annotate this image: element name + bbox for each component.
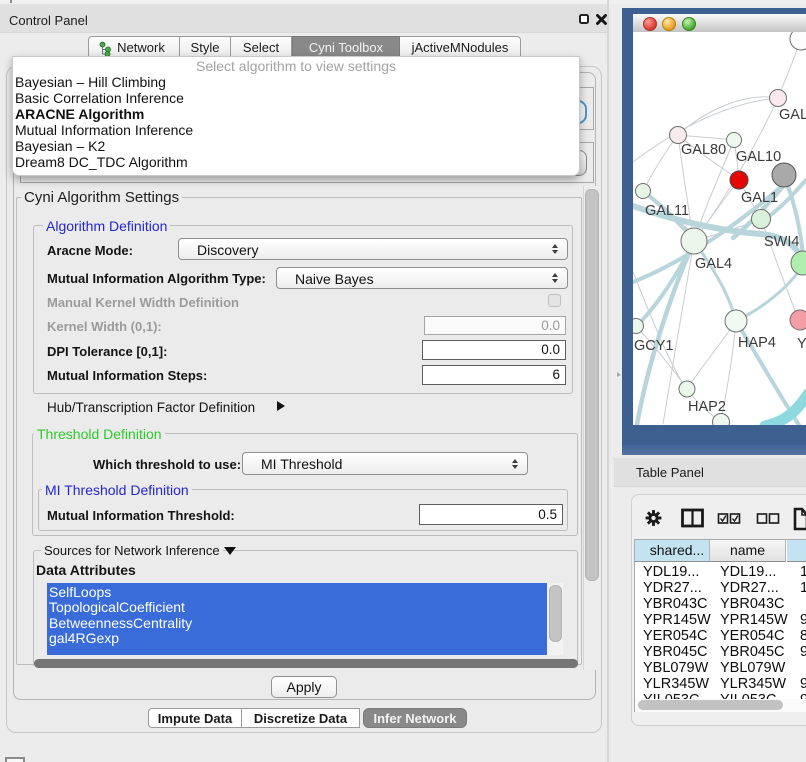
svg-text:GAL11: GAL11 xyxy=(645,203,689,219)
svg-text:GAL10: GAL10 xyxy=(736,149,781,165)
svg-text:GAL: GAL xyxy=(779,107,806,123)
svg-text:SWI4: SWI4 xyxy=(764,234,799,250)
svg-text:GAL4: GAL4 xyxy=(695,256,732,272)
svg-text:HAP4: HAP4 xyxy=(738,335,776,351)
svg-text:HAP2: HAP2 xyxy=(688,399,726,415)
svg-text:GAL80: GAL80 xyxy=(681,142,726,158)
svg-text:Y: Y xyxy=(797,336,806,352)
svg-text:GAL1: GAL1 xyxy=(741,190,778,206)
svg-text:GCY1: GCY1 xyxy=(634,338,674,354)
